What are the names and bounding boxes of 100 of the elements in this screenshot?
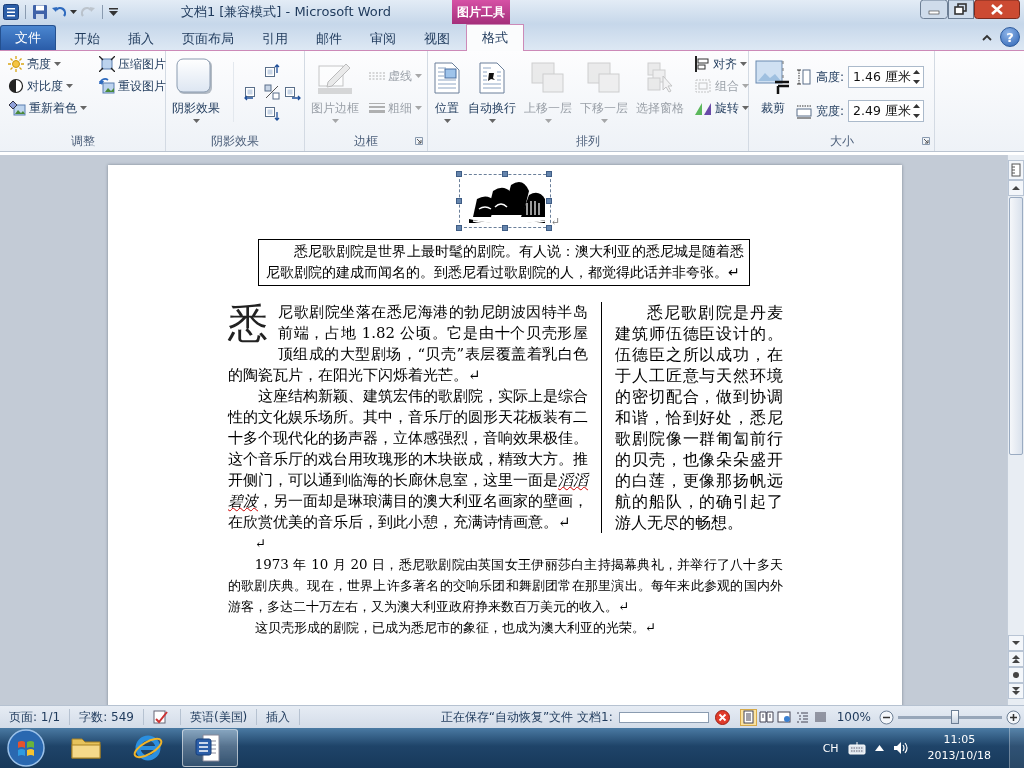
zoom-in-icon[interactable]	[1006, 709, 1021, 725]
caret-icon[interactable]	[488, 119, 496, 123]
context-tab-label: 图片工具	[452, 0, 510, 24]
web-view-icon	[776, 710, 792, 724]
resize-handle[interactable]	[501, 225, 508, 231]
resize-handle[interactable]	[545, 225, 552, 231]
ruler-toggle-icon[interactable]	[1008, 160, 1024, 180]
ribbon-tab[interactable]: 邮件	[302, 26, 356, 50]
cancel-icon[interactable]	[714, 709, 730, 725]
view-button[interactable]	[775, 708, 793, 726]
previous-page-icon[interactable]	[1008, 651, 1024, 667]
page-wrap-icon	[479, 62, 505, 94]
resize-handle[interactable]	[501, 171, 508, 177]
view-button[interactable]	[757, 708, 775, 726]
restore-button[interactable]	[948, 0, 974, 19]
next-page-icon[interactable]	[1008, 683, 1024, 699]
outline-view-icon	[794, 710, 810, 724]
resize-handle[interactable]	[455, 198, 462, 204]
recolor-icon	[8, 100, 26, 116]
app-icon	[3, 4, 19, 20]
zoom-level[interactable]: 100%	[836, 710, 871, 724]
stacked-squares-icon	[587, 62, 621, 94]
zoom-slider-thumb[interactable]	[951, 709, 960, 724]
ribbon-button[interactable]: 自动换行	[465, 54, 519, 130]
ribbon-tab[interactable]: 文件	[0, 25, 56, 50]
scroll-down-icon[interactable]	[1008, 635, 1024, 651]
browse-object-icon[interactable]	[1008, 667, 1024, 683]
caret-icon[interactable]	[54, 62, 61, 66]
caret-icon[interactable]	[66, 84, 73, 88]
resize-handle[interactable]	[545, 198, 552, 204]
resize-handle[interactable]	[455, 225, 462, 231]
ribbon-button[interactable]: 阴影效果	[169, 54, 223, 130]
start-button[interactable]	[6, 728, 46, 768]
keyboard-icon[interactable]	[847, 741, 866, 755]
spin-arrows-icon[interactable]	[913, 104, 921, 118]
caret-icon[interactable]	[80, 106, 87, 110]
ribbon-button[interactable]: 重设图片	[96, 76, 169, 96]
ribbon-tab[interactable]: 插入	[114, 26, 168, 50]
shadow-toggle-icon[interactable]	[264, 84, 280, 100]
scroll-thumb[interactable]	[1009, 197, 1023, 455]
zoom-out-icon[interactable]	[879, 709, 894, 725]
resize-handle[interactable]	[455, 171, 462, 177]
save-icon[interactable]	[32, 4, 48, 20]
group-label: 排列	[576, 132, 600, 150]
scroll-up-icon[interactable]	[1008, 180, 1024, 196]
caret-icon[interactable]	[740, 62, 747, 66]
input-language[interactable]: CH	[822, 741, 839, 755]
paragraph: 这贝壳形成的剧院，已成为悉尼市的象征，也成为澳大利亚的光荣。↵	[253, 619, 658, 637]
caret-icon[interactable]	[443, 119, 451, 123]
field-label: 宽度:	[816, 102, 845, 120]
show-hidden-icons[interactable]	[874, 745, 884, 751]
ribbon-button[interactable]: 对齐	[691, 54, 752, 74]
group-label: 边框	[354, 132, 378, 150]
width-icon	[796, 103, 812, 119]
ribbon-tab[interactable]: 审阅	[356, 26, 410, 50]
speaker-icon[interactable]	[892, 741, 909, 755]
ribbon-button[interactable]: 旋转	[691, 98, 752, 118]
proofing-icon[interactable]	[152, 709, 171, 725]
spin-field[interactable]: 2.49 厘米	[848, 100, 925, 122]
pencil-frame-icon	[318, 62, 352, 94]
ribbon-button[interactable]: 裁剪	[752, 54, 794, 130]
ribbon-button[interactable]: 亮度	[5, 54, 90, 74]
ribbon-tab[interactable]: 格式	[466, 24, 524, 51]
ribbon-button[interactable]: 压缩图片	[96, 54, 169, 74]
spin-field[interactable]: 1.46 厘米	[848, 66, 925, 88]
align-icon	[694, 56, 710, 72]
stacked-squares-icon	[531, 62, 565, 94]
height-icon	[796, 69, 812, 85]
customize-caret-icon[interactable]	[109, 8, 118, 16]
spin-arrows-icon[interactable]	[913, 70, 921, 84]
caret-icon[interactable]	[192, 119, 200, 123]
insert-mode[interactable]: 插入	[257, 709, 301, 725]
ribbon-tab[interactable]: 引用	[248, 26, 302, 50]
collapse-ribbon-icon[interactable]	[982, 33, 992, 41]
caret-icon[interactable]	[70, 10, 77, 14]
ribbon-button[interactable]: 重新着色	[5, 98, 90, 118]
paragraph: 1973 年 10 月 20 日，悉尼歌剧院由英国女王伊丽莎白主持揭幕典礼，并举行了八十多天的歌剧庆典。现在，世界上许多著名的交响乐团和舞剧团常在那里演出。每年来此参观的国内外游客，多达二十万左右，又为澳大利亚政府挣来数百万美元的收入。↵	[228, 556, 783, 616]
crop-icon	[755, 60, 791, 96]
language-indicator[interactable]: 英语(美国)	[180, 709, 258, 725]
contrast-icon	[8, 78, 24, 94]
ribbon-button[interactable]: 位置	[431, 54, 463, 130]
paragraph: ↵	[253, 535, 268, 553]
taskbar-button[interactable]	[182, 729, 238, 767]
ribbon-tab[interactable]: 开始	[60, 26, 114, 50]
caret-icon[interactable]	[742, 106, 749, 110]
close-button[interactable]	[974, 0, 1020, 19]
group-icon	[694, 78, 712, 94]
book-view-icon	[758, 710, 774, 724]
bordered-paragraph: 悉尼歌剧院是世界上最时髦的剧院。有人说：澳大利亚的悉尼城是随着悉尼歌剧院的建成而闻名的。到悉尼看过歌剧院的人，都觉得此话并非夸张。↵	[258, 239, 750, 286]
dialog-launcher-icon[interactable]	[415, 137, 423, 145]
clock[interactable]: 11:05 2013/10/18	[927, 732, 991, 764]
ribbon-tab[interactable]: 页面布局	[168, 26, 248, 50]
view-button[interactable]	[739, 708, 757, 726]
ribbon-tab[interactable]: 视图	[410, 26, 464, 50]
page-view-icon	[740, 710, 756, 724]
ribbon-button[interactable]: 对比度	[5, 76, 90, 96]
dialog-launcher-icon[interactable]	[922, 137, 930, 145]
paragraph: 悉尼歌剧院是丹麦建筑师伍德臣设计的。伍德臣之所以成功，在于人工匠意与天然环境的密切配合，做到协调和谐，恰到好处，悉尼歌剧院像一群匍匐前行的贝壳，也像朵朵盛开的白莲，更像那扬帆远航的船队，的确引起了游人无尽的畅想。	[615, 302, 783, 533]
resize-handle[interactable]	[545, 171, 552, 177]
window-title: 文档1 [兼容模式] - Microsoft Word	[179, 3, 393, 21]
